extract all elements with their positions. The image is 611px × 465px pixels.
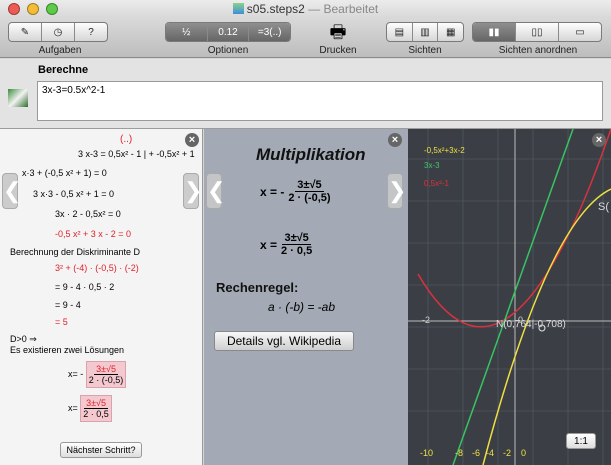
help-icon[interactable]: ? xyxy=(75,23,107,41)
formula-input[interactable]: 3x-3=0.5x^2-1 xyxy=(37,81,603,121)
discriminant-line-4: = 5 xyxy=(55,317,68,327)
zoom-window-icon[interactable] xyxy=(46,3,58,15)
close-window-icon[interactable] xyxy=(8,3,20,15)
eq-1-lhs: x = - xyxy=(260,184,285,199)
explanation-title: Multiplikation xyxy=(256,145,366,164)
point-label: N(0,764|-0,708) xyxy=(496,319,566,330)
step-annotation: (..) xyxy=(120,134,133,145)
discriminant-line-3: = 9 - 4 xyxy=(55,300,81,310)
aufgaben-label: Aufgaben xyxy=(38,45,82,56)
window-title: s05.steps2 xyxy=(246,2,305,16)
zoom-reset-button[interactable]: 1:1 xyxy=(566,433,596,449)
step-line-1: 3 x-3 = 0,5x² - 1 | + -0,5x² + 1 xyxy=(78,149,195,159)
step-line-2: x·3 + (-0,5 x² + 1) = 0 xyxy=(22,168,107,178)
solution-2-denominator: 2 · 0,5 xyxy=(83,409,109,419)
x-tick-neg2: -2 xyxy=(422,315,431,325)
s-label: S( xyxy=(598,201,609,213)
mode-button[interactable]: =3(..) xyxy=(249,23,290,41)
view-steps-icon[interactable]: ▤ xyxy=(387,23,413,41)
discriminant-line-1: 3² + (-4) · (-0,5) · (-2) xyxy=(55,263,139,273)
optionen-segment: ½ 0.12 =3(..) xyxy=(165,22,291,42)
legend-yellow: -0,5x²+3x-2 xyxy=(424,146,465,155)
aufgaben-segment: ✎ ◷ ? xyxy=(8,22,108,42)
two-solutions-text: Es existieren zwei Lösungen xyxy=(10,345,125,355)
toolbar: ✎ ◷ ? Aufgaben ½ 0.12 =3(..) Optionen 🖶 … xyxy=(0,18,611,58)
document-icon xyxy=(232,3,244,14)
close-steps-icon[interactable]: × xyxy=(185,133,199,147)
arrange-segment: ▮▮ ▯▯ ▭ xyxy=(472,22,602,42)
printer-icon[interactable]: 🖶 xyxy=(325,20,351,42)
eq-1-denominator: 2 · (-0,5) xyxy=(288,192,331,204)
x-tick-0: 0 xyxy=(518,315,524,325)
window-subtitle: — Bearbeitet xyxy=(308,2,379,16)
optionen-label: Optionen xyxy=(207,45,249,56)
clock-icon[interactable]: ◷ xyxy=(42,23,75,41)
solution-1-numerator: 3±√5 xyxy=(94,364,118,375)
title-bar: s05.steps2 — Bearbeitet xyxy=(0,0,611,18)
edit-icon[interactable]: ✎ xyxy=(9,23,42,41)
close-graph-icon[interactable]: × xyxy=(592,133,606,147)
next-step-button[interactable]: Nächster Schritt? xyxy=(60,442,142,458)
rule-title: Rechenregel: xyxy=(216,280,299,295)
step-line-4: 3x · 2 - 0,5x² = 0 xyxy=(55,209,121,219)
legend-red: 0,5x²-1 xyxy=(424,179,449,188)
step-line-5: -0,5 x² + 3 x - 2 = 0 xyxy=(55,229,132,239)
berechne-label: Berechne xyxy=(38,64,89,76)
solution-1-denominator: 2 · (-0,5) xyxy=(88,375,124,385)
drucken-label: Drucken xyxy=(319,45,357,56)
eq-1-numerator: 3±√5 xyxy=(295,179,324,192)
arrange-three-icon[interactable]: ▮▮ xyxy=(473,23,516,41)
prev-explanation-icon[interactable]: ❮ xyxy=(206,173,225,209)
bottom-tick-3: -6 xyxy=(472,448,481,458)
curve-green xyxy=(452,129,574,465)
sichten-anordnen-label: Sichten anordnen xyxy=(498,45,578,56)
explanation-pane: ❮ ❯ × Multiplikation x = - 3±√5 2 · (-0,5… xyxy=(204,129,408,465)
minimize-window-icon[interactable] xyxy=(27,3,39,15)
prev-step-icon[interactable]: ❮ xyxy=(2,173,21,209)
bottom-tick-2: -8 xyxy=(455,448,464,458)
eq-2-lhs: x = xyxy=(260,237,278,252)
next-step-icon[interactable]: ❯ xyxy=(183,173,202,209)
solution-2: x= 3±√5 2 · 0,5 xyxy=(68,395,112,422)
next-explanation-icon[interactable]: ❯ xyxy=(387,173,406,209)
bottom-tick-6: 0 xyxy=(521,448,527,458)
bottom-tick-5: -2 xyxy=(503,448,512,458)
cube-icon xyxy=(8,89,28,107)
arrange-grid-icon[interactable]: ▭ xyxy=(559,23,601,41)
solution-2-numerator: 3±√5 xyxy=(84,398,108,409)
discriminant-line-2: = 9 - 4 · 0,5 · 2 xyxy=(55,282,115,292)
solution-1: x= - 3±√5 2 · (-0,5) xyxy=(68,361,127,388)
explanation-eq-2: x = 3±√5 2 · 0,5 xyxy=(260,232,312,257)
explanation-eq-1: x = - 3±√5 2 · (-0,5) xyxy=(260,179,331,204)
sichten-label: Sichten xyxy=(408,45,442,56)
precision-button[interactable]: 0.12 xyxy=(207,23,250,41)
arrange-two-icon[interactable]: ▯▯ xyxy=(516,23,559,41)
eq-2-denominator: 2 · 0,5 xyxy=(281,245,313,257)
view-graph-icon[interactable]: ▦ xyxy=(438,23,463,41)
legend-green: 3x-3 xyxy=(424,161,440,170)
step-line-3: 3 x·3 - 0,5 x² + 1 = 0 xyxy=(33,189,115,199)
wikipedia-button[interactable]: Details vgl. Wikipedia xyxy=(214,331,354,351)
sichten-segment: ▤ ▥ ▦ xyxy=(386,22,464,42)
discriminant-positive: D>0 ⇒ xyxy=(10,334,37,344)
solution-1-fraction: 3±√5 2 · (-0,5) xyxy=(85,361,127,388)
eq-2-numerator: 3±√5 xyxy=(282,232,311,245)
graph-pane: -0,5x²+3x-2 3x-3 0,5x²-1 N(0,764|-0,708)… xyxy=(408,129,611,465)
solution-2-fraction: 3±√5 2 · 0,5 xyxy=(80,395,112,422)
rule-text: a · (-b) = -ab xyxy=(268,300,336,314)
steps-pane: × ❮ ❯ (..) 3 x-3 = 0,5x² - 1 | + -0,5x² … xyxy=(0,129,203,465)
bottom-tick-1: -10 xyxy=(420,448,434,458)
close-explanation-icon[interactable]: × xyxy=(388,133,402,147)
discriminant-title: Berechnung der Diskriminante D xyxy=(10,247,141,257)
fraction-icon[interactable]: ½ xyxy=(166,23,208,41)
view-math-icon[interactable]: ▥ xyxy=(413,23,439,41)
bottom-tick-4: -4 xyxy=(486,448,495,458)
